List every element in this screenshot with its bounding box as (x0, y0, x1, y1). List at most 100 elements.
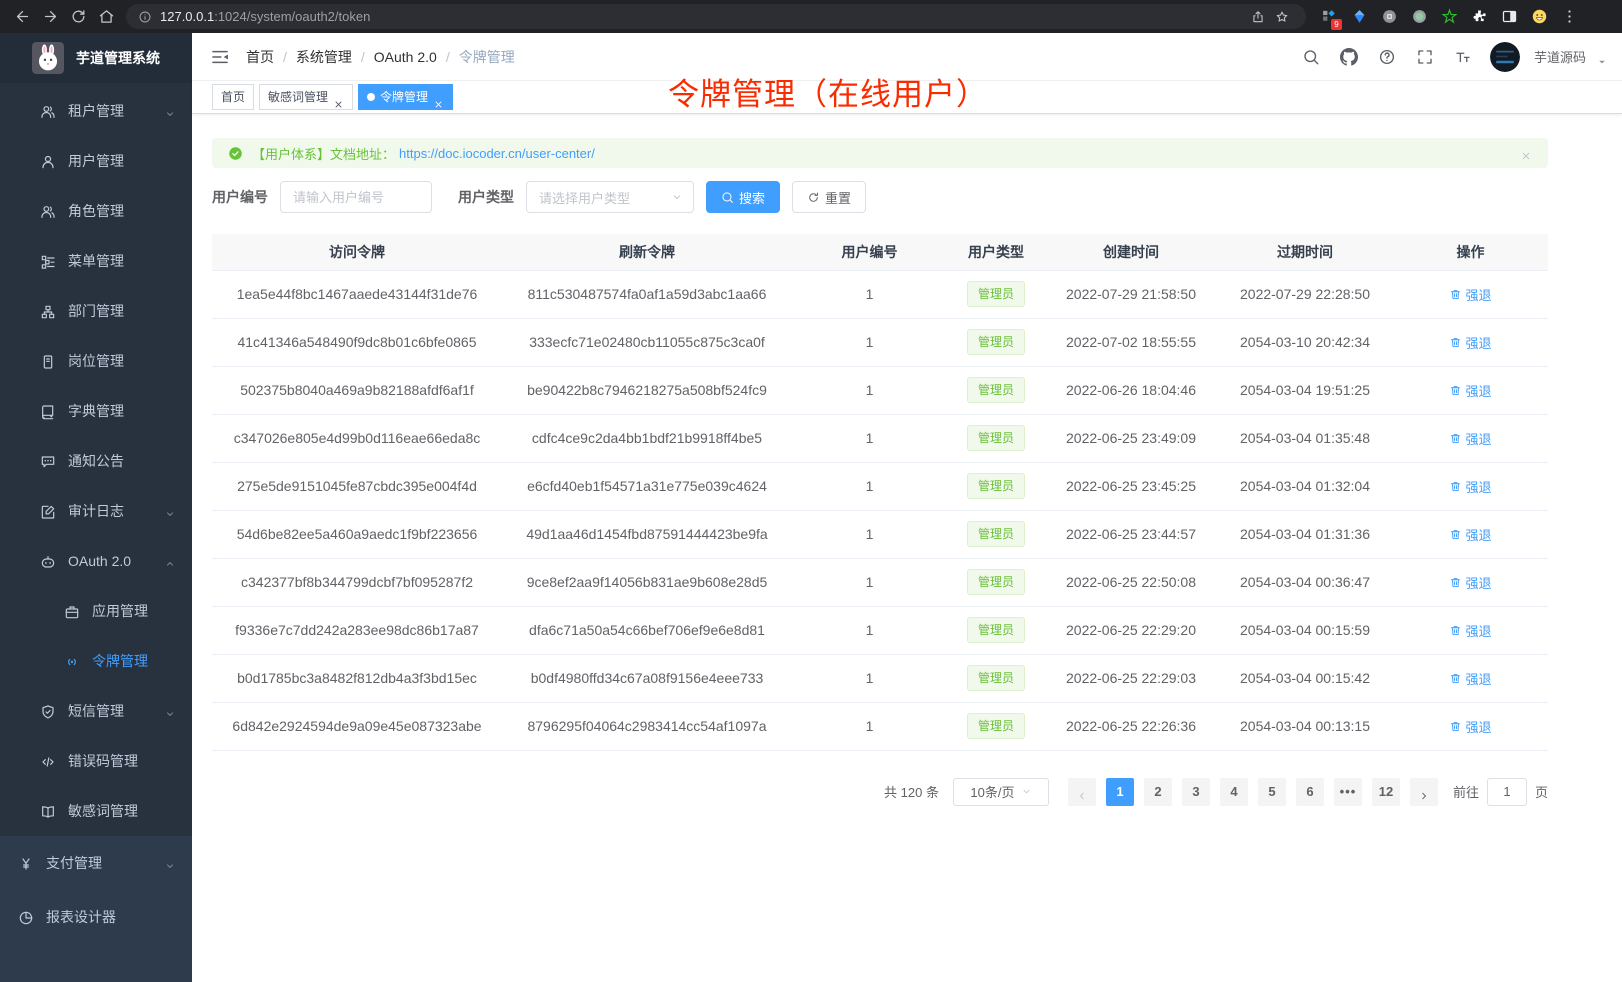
sidebar-item[interactable]: 令牌管理 (0, 636, 192, 686)
sidebar-item[interactable]: 租户管理 (0, 86, 192, 136)
sidebar-item[interactable]: 支付管理 (0, 836, 192, 890)
force-logout-button[interactable]: 强退 (1449, 573, 1491, 592)
doc-link[interactable]: https://doc.iocoder.cn/user-center/ (399, 146, 595, 161)
expire-time-cell: 2022-07-29 22:28:50 (1217, 270, 1393, 318)
record-circle-icon[interactable] (1406, 4, 1432, 30)
force-logout-button[interactable]: 强退 (1449, 381, 1491, 400)
sidebar-item[interactable]: 角色管理 (0, 186, 192, 236)
forward-icon[interactable] (36, 3, 64, 31)
page-size-select[interactable]: 10条/页 (953, 778, 1049, 806)
trash-icon (1449, 480, 1462, 493)
sidebar-item[interactable]: 通知公告 (0, 436, 192, 486)
sidebar-item[interactable]: 报表设计器 (0, 890, 192, 944)
search-icon[interactable] (1296, 42, 1326, 72)
address-bar[interactable]: 127.0.0.1:1024/system/oauth2/token (126, 4, 1306, 29)
force-logout-button[interactable]: 强退 (1449, 429, 1491, 448)
page-suffix: 页 (1535, 782, 1548, 801)
force-logout-button[interactable]: 强退 (1449, 333, 1491, 352)
sidebar-item[interactable]: 字典管理 (0, 386, 192, 436)
breadcrumb-item[interactable]: 首页 (246, 47, 274, 67)
sidebar-item[interactable]: OAuth 2.0 (0, 536, 192, 586)
page-button[interactable]: 1 (1106, 778, 1134, 806)
more-pages-button[interactable]: ••• (1334, 778, 1362, 806)
user-avatar[interactable] (1490, 42, 1520, 72)
breadcrumb-item[interactable]: OAuth 2.0 (374, 49, 437, 65)
fullscreen-icon[interactable] (1410, 42, 1440, 72)
bookmark-star-icon[interactable] (1270, 10, 1294, 24)
page-button[interactable]: 2 (1144, 778, 1172, 806)
sidebar-item[interactable]: 岗位管理 (0, 336, 192, 386)
sidebar-item[interactable]: 菜单管理 (0, 236, 192, 286)
split-screen-icon[interactable] (1496, 4, 1522, 30)
extensions-grid-icon[interactable]: 9 (1316, 4, 1342, 30)
create-time-cell: 2022-06-25 23:44:57 (1045, 510, 1217, 558)
menu-dots-icon[interactable] (1556, 4, 1582, 30)
caret-down-icon[interactable] (1596, 53, 1608, 65)
reset-button[interactable]: 重置 (792, 181, 866, 213)
doc-alert: 【用户体系】文档地址： https://doc.iocoder.cn/user-… (212, 138, 1548, 168)
user-type-select[interactable]: 请选择用户类型 (526, 181, 694, 213)
sidebar-item-label: 敏感词管理 (68, 801, 138, 821)
force-logout-button[interactable]: 强退 (1449, 717, 1491, 736)
tab-令牌管理[interactable]: 令牌管理 (358, 84, 453, 110)
sidebar-item[interactable]: 用户管理 (0, 136, 192, 186)
trash-icon (1449, 336, 1462, 349)
force-logout-button[interactable]: 强退 (1449, 669, 1491, 688)
font-size-icon[interactable] (1448, 42, 1478, 72)
user-type-tag: 管理员 (967, 425, 1025, 451)
sidebar-item[interactable]: 敏感词管理 (0, 786, 192, 836)
page-button[interactable]: 5 (1258, 778, 1286, 806)
page-button[interactable]: 3 (1182, 778, 1210, 806)
search-button[interactable]: 搜索 (706, 181, 780, 213)
force-logout-button[interactable]: 强退 (1449, 525, 1491, 544)
breadcrumb-item[interactable]: 系统管理 (296, 47, 352, 67)
green-star-icon[interactable] (1436, 4, 1462, 30)
force-logout-button[interactable]: 强退 (1449, 285, 1491, 304)
tab-首页[interactable]: 首页 (212, 84, 254, 110)
tab-敏感词管理[interactable]: 敏感词管理 (259, 84, 353, 110)
tenant-icon (40, 104, 56, 120)
next-page-button[interactable] (1410, 778, 1438, 806)
user-id-input[interactable] (280, 181, 432, 213)
sidebar-item[interactable]: 错误码管理 (0, 736, 192, 786)
expire-time-cell: 2054-03-04 00:15:59 (1217, 606, 1393, 654)
page-button[interactable]: 12 (1372, 778, 1400, 806)
sidebar-logo[interactable]: 芋道管理系统 (0, 33, 192, 83)
github-icon[interactable] (1334, 42, 1364, 72)
column-header: 用户编号 (792, 234, 947, 270)
back-icon[interactable] (8, 3, 36, 31)
force-logout-button[interactable]: 强退 (1449, 477, 1491, 496)
sidebar-item[interactable]: 部门管理 (0, 286, 192, 336)
help-icon[interactable] (1372, 42, 1402, 72)
puzzle-icon[interactable] (1466, 4, 1492, 30)
expire-time-cell: 2054-03-04 01:32:04 (1217, 462, 1393, 510)
prev-page-button[interactable] (1068, 778, 1096, 806)
tab-label: 敏感词管理 (268, 85, 328, 109)
trash-icon (1449, 432, 1462, 445)
emoji-avatar-icon[interactable] (1526, 4, 1552, 30)
sensitive-icon (40, 804, 56, 820)
user-id-cell: 1 (792, 366, 947, 414)
sidebar-item[interactable]: 审计日志 (0, 486, 192, 536)
home-icon[interactable] (92, 3, 120, 31)
reload-icon[interactable] (64, 3, 92, 31)
sidebar-fold-icon[interactable] (210, 47, 230, 67)
goto-page-input[interactable] (1487, 778, 1527, 806)
breadcrumb: 首页/系统管理/OAuth 2.0/令牌管理 (246, 47, 515, 67)
sidebar-item[interactable]: 应用管理 (0, 586, 192, 636)
top-navbar: 首页/系统管理/OAuth 2.0/令牌管理 芋道源码 (192, 33, 1622, 81)
tenant-icon (40, 204, 56, 220)
audit-icon (40, 504, 56, 520)
user-name[interactable]: 芋道源码 (1534, 47, 1586, 66)
share-icon[interactable] (1246, 10, 1270, 24)
page-button[interactable]: 4 (1220, 778, 1248, 806)
page-button[interactable]: 6 (1296, 778, 1324, 806)
user-id-label: 用户编号 (212, 187, 268, 207)
command-circle-icon[interactable] (1376, 4, 1402, 30)
trash-icon (1449, 288, 1462, 301)
force-logout-button[interactable]: 强退 (1449, 621, 1491, 640)
alert-text: 【用户体系】文档地址： (252, 144, 395, 163)
sidebar-item[interactable]: 短信管理 (0, 686, 192, 736)
gem-icon[interactable] (1346, 4, 1372, 30)
alert-close-icon[interactable] (1520, 147, 1532, 159)
